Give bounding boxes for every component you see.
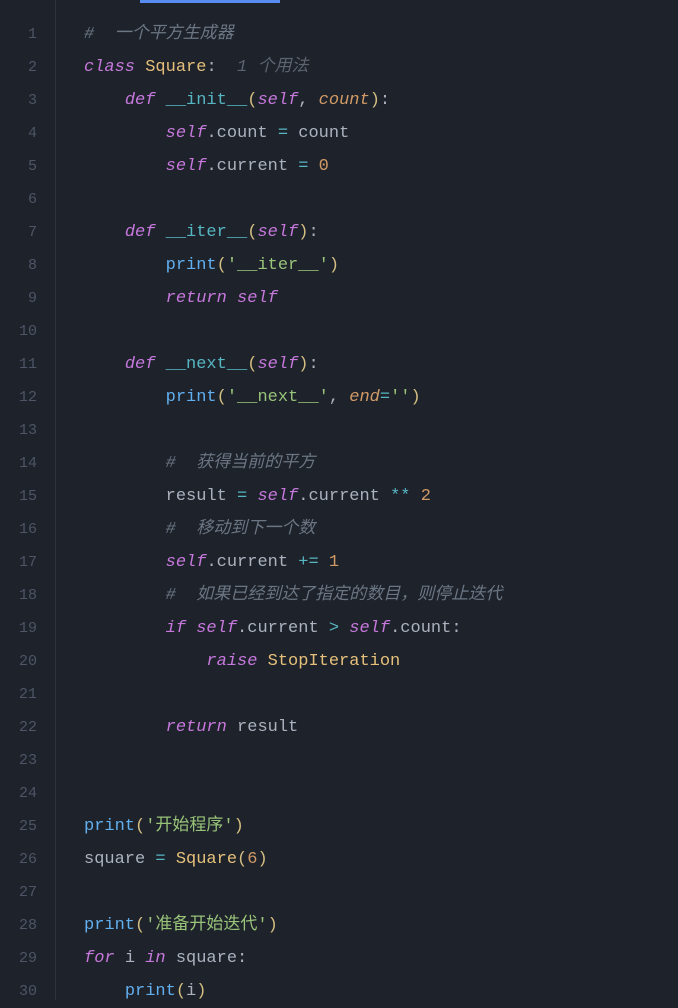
line-number: 22 bbox=[0, 711, 55, 744]
line-number: 6 bbox=[0, 183, 55, 216]
code-line[interactable]: print('准备开始迭代') bbox=[84, 909, 678, 942]
code-line[interactable]: # 移动到下一个数 bbox=[84, 513, 678, 546]
line-number: 4 bbox=[0, 117, 55, 150]
line-number: 30 bbox=[0, 975, 55, 1008]
code-line[interactable]: class Square: 1 个用法 bbox=[84, 51, 678, 84]
line-number: 20 bbox=[0, 645, 55, 678]
line-number: 2 bbox=[0, 51, 55, 84]
code-line[interactable]: # 获得当前的平方 bbox=[84, 447, 678, 480]
line-number: 13 bbox=[0, 414, 55, 447]
line-number: 18 bbox=[0, 579, 55, 612]
code-line[interactable]: self.current = 0 bbox=[84, 150, 678, 183]
line-number: 12 bbox=[0, 381, 55, 414]
line-number: 5 bbox=[0, 150, 55, 183]
code-line[interactable]: if self.current > self.count: bbox=[84, 612, 678, 645]
line-number: 14 bbox=[0, 447, 55, 480]
code-editor[interactable]: 1234567891011121314151617181920212223242… bbox=[0, 0, 678, 1000]
code-line[interactable]: result = self.current ** 2 bbox=[84, 480, 678, 513]
line-number-gutter: 1234567891011121314151617181920212223242… bbox=[0, 0, 55, 1000]
code-line[interactable]: print('__next__', end='') bbox=[84, 381, 678, 414]
code-line[interactable]: # 一个平方生成器 bbox=[84, 18, 678, 51]
code-content-area[interactable]: # 一个平方生成器class Square: 1 个用法 def __init_… bbox=[55, 0, 678, 1000]
code-line[interactable] bbox=[84, 678, 678, 711]
code-line[interactable] bbox=[84, 744, 678, 777]
code-line[interactable]: def __next__(self): bbox=[84, 348, 678, 381]
code-line[interactable]: self.count = count bbox=[84, 117, 678, 150]
code-line[interactable]: print('__iter__') bbox=[84, 249, 678, 282]
code-line[interactable] bbox=[84, 414, 678, 447]
line-number: 17 bbox=[0, 546, 55, 579]
line-number: 8 bbox=[0, 249, 55, 282]
code-line[interactable]: for i in square: bbox=[84, 942, 678, 975]
line-number: 27 bbox=[0, 876, 55, 909]
line-number: 26 bbox=[0, 843, 55, 876]
line-number: 21 bbox=[0, 678, 55, 711]
line-number: 7 bbox=[0, 216, 55, 249]
line-number: 19 bbox=[0, 612, 55, 645]
code-line[interactable]: # 如果已经到达了指定的数目，则停止迭代 bbox=[84, 579, 678, 612]
code-line[interactable]: print(i) bbox=[84, 975, 678, 1008]
line-number: 15 bbox=[0, 480, 55, 513]
code-line[interactable] bbox=[84, 876, 678, 909]
code-line[interactable]: square = Square(6) bbox=[84, 843, 678, 876]
line-number: 11 bbox=[0, 348, 55, 381]
code-line[interactable]: return self bbox=[84, 282, 678, 315]
code-line[interactable]: return result bbox=[84, 711, 678, 744]
line-number: 29 bbox=[0, 942, 55, 975]
code-line[interactable] bbox=[84, 183, 678, 216]
code-line[interactable]: def __iter__(self): bbox=[84, 216, 678, 249]
code-line[interactable]: print('开始程序') bbox=[84, 810, 678, 843]
line-number: 23 bbox=[0, 744, 55, 777]
code-line[interactable]: raise StopIteration bbox=[84, 645, 678, 678]
code-line[interactable]: def __init__(self, count): bbox=[84, 84, 678, 117]
line-number: 24 bbox=[0, 777, 55, 810]
line-number: 9 bbox=[0, 282, 55, 315]
line-number: 10 bbox=[0, 315, 55, 348]
line-number: 1 bbox=[0, 18, 55, 51]
line-number: 16 bbox=[0, 513, 55, 546]
code-line[interactable] bbox=[84, 777, 678, 810]
code-line[interactable] bbox=[84, 315, 678, 348]
line-number: 25 bbox=[0, 810, 55, 843]
code-line[interactable]: self.current += 1 bbox=[84, 546, 678, 579]
line-number: 3 bbox=[0, 84, 55, 117]
line-number: 28 bbox=[0, 909, 55, 942]
